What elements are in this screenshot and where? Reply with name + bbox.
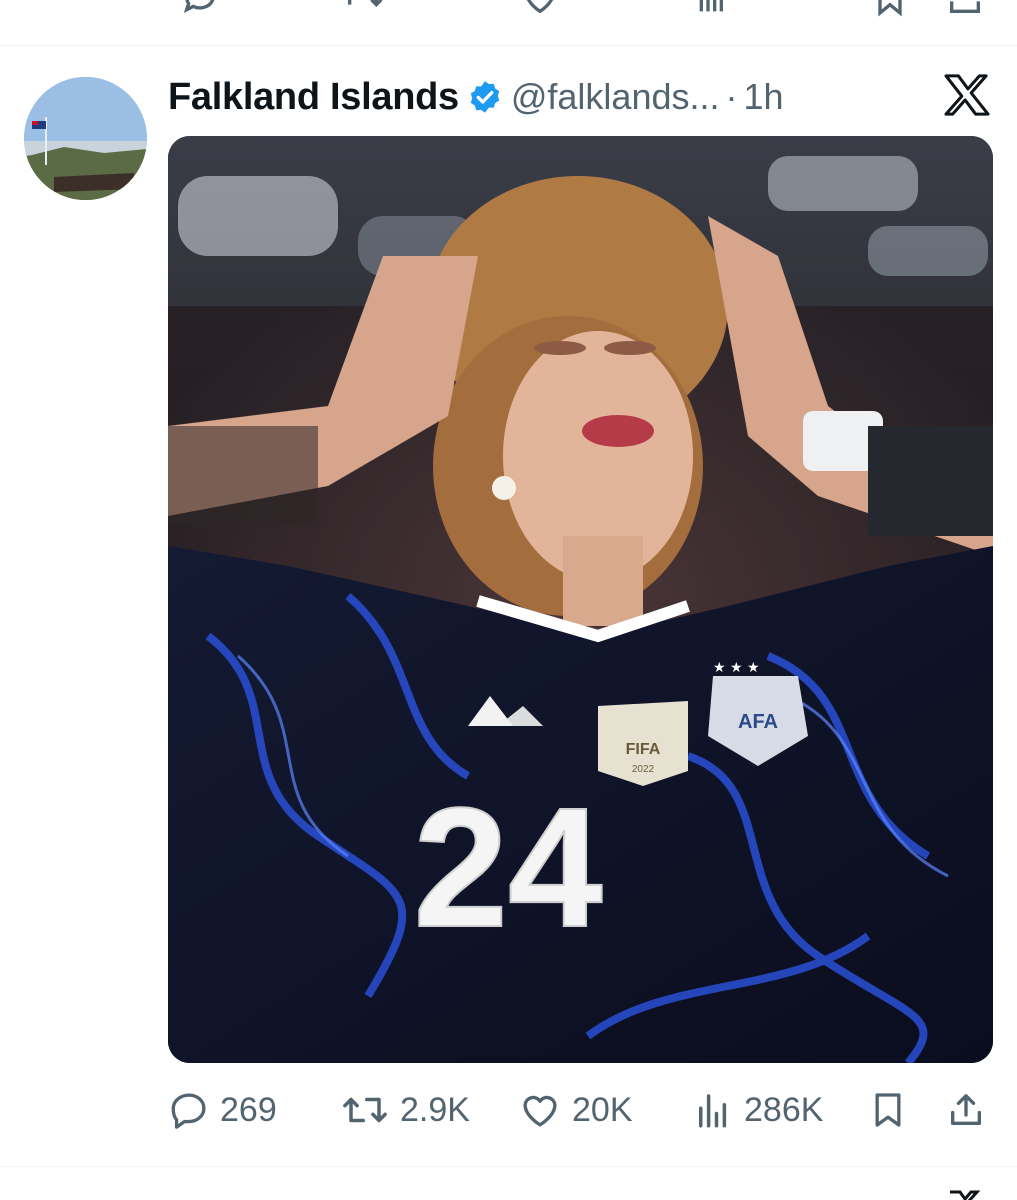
x-logo-icon[interactable] [944, 74, 990, 116]
repost-count: 2.9K [400, 1090, 470, 1129]
views-icon[interactable] [693, 0, 733, 18]
like-button[interactable]: 20K [518, 1088, 633, 1132]
view-count: 286K [744, 1090, 824, 1129]
reply-icon[interactable] [180, 0, 220, 18]
verified-badge-icon [470, 81, 500, 113]
avatar[interactable] [24, 77, 147, 200]
views-button[interactable]: 286K [692, 1088, 823, 1132]
previous-tweet-actions [0, 0, 1017, 22]
display-name[interactable]: Falkland Islands [168, 76, 459, 119]
tweet-actions: 269 2.9K 20K 286K [168, 1088, 998, 1132]
crest-text: AFA [738, 711, 778, 733]
reply-count: 269 [220, 1090, 277, 1129]
divider [0, 45, 1017, 46]
reply-icon [171, 1093, 206, 1129]
svg-text:★ ★ ★: ★ ★ ★ [713, 660, 760, 676]
reply-button[interactable]: 269 [168, 1088, 277, 1132]
views-icon [699, 1094, 727, 1128]
bookmark-button[interactable] [868, 1088, 908, 1132]
photo: FIFA 2022 AFA ★ ★ ★ 24 [168, 136, 993, 1063]
divider [0, 1166, 1017, 1167]
share-button[interactable] [946, 1088, 986, 1132]
timeline: Falkland Islands @falklands... · 1h FIFA… [0, 0, 1017, 1200]
bookmark-icon [875, 1093, 901, 1127]
x-logo-icon[interactable] [944, 1190, 990, 1200]
like-icon[interactable] [520, 0, 560, 18]
jersey-number: 24 [413, 773, 602, 963]
timestamp[interactable]: 1h [744, 76, 784, 118]
like-icon [523, 1095, 557, 1127]
share-icon [951, 1094, 981, 1125]
bookmark-icon[interactable] [870, 0, 910, 18]
separator-dot: · [725, 76, 738, 117]
fifa-badge-text: FIFA [626, 741, 661, 758]
tweet-header: Falkland Islands @falklands... · 1h [168, 72, 784, 122]
avatar-image [24, 77, 147, 200]
share-icon[interactable] [945, 0, 985, 18]
repost-button[interactable]: 2.9K [340, 1088, 470, 1132]
repost-icon[interactable] [343, 0, 383, 18]
handle[interactable]: @falklands... [511, 76, 720, 118]
tweet-media-image[interactable]: FIFA 2022 AFA ★ ★ ★ 24 [168, 136, 993, 1063]
repost-icon [343, 1097, 387, 1123]
fifa-badge-year: 2022 [632, 764, 655, 775]
like-count: 20K [572, 1090, 633, 1129]
